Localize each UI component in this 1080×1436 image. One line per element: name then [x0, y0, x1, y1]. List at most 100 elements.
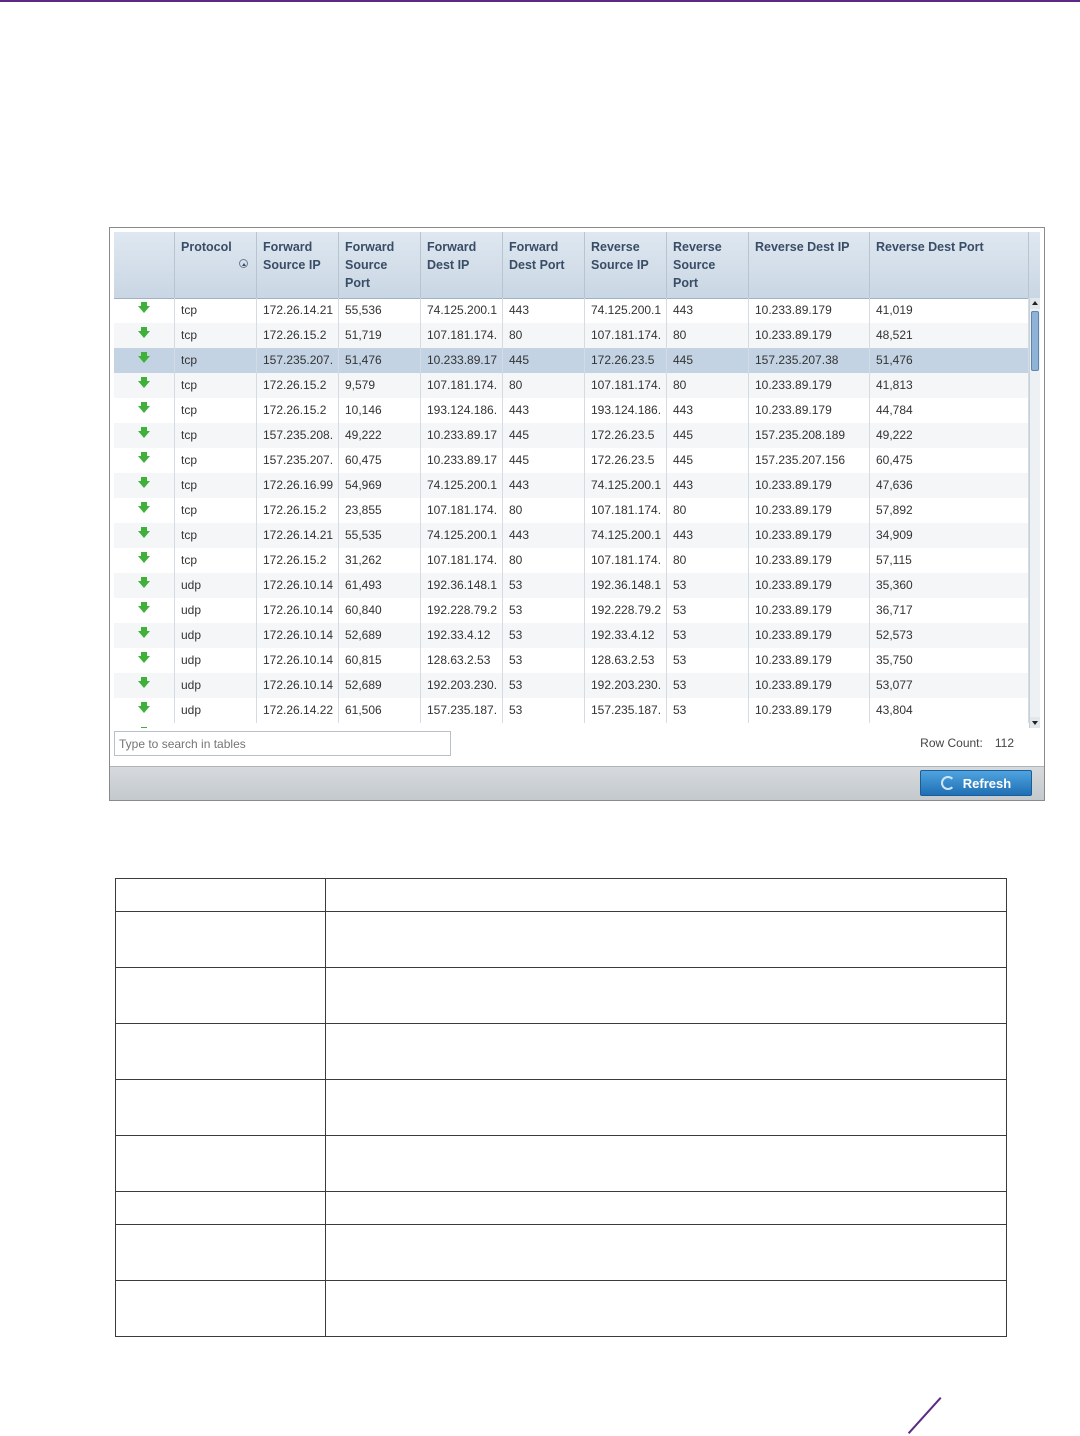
table-row[interactable]: udp 172.26.10.14 60,815 128.63.2.53 53 128.63… — [114, 648, 1029, 673]
table-cell: udp — [175, 698, 257, 723]
table-row[interactable]: udp 172.26.10.14 52,689 192.33.4.12 53 192.33… — [114, 623, 1029, 648]
table-row[interactable]: udp 172.26.14.22 61,506 157.235.187. 53 157.2… — [114, 698, 1029, 723]
table-cell: 192.33.4.12 — [421, 623, 503, 648]
table-row[interactable]: udp 172.26.10.14 52,689 192.203.230. 53 192.2… — [114, 673, 1029, 698]
table-cell: 47,636 — [870, 473, 1029, 498]
table-cell: 53,077 — [870, 673, 1029, 698]
table-cell: 445 — [503, 448, 585, 473]
down-arrow-icon — [138, 477, 150, 488]
table-row[interactable]: tcp 157.235.207. 60,475 10.233.89.17 445 172.… — [114, 448, 1029, 473]
table-cell: 34,909 — [870, 523, 1029, 548]
table-cell: 172.26.23.5 — [585, 448, 667, 473]
down-arrow-icon — [138, 502, 150, 513]
table-cell: 443 — [503, 523, 585, 548]
table-row[interactable]: tcp 172.26.15.2 31,262 107.181.174. 80 107.18… — [114, 548, 1029, 573]
row-count-label: Row Count: — [920, 736, 983, 750]
table-cell: 157.235.207. — [257, 348, 339, 373]
table-cell: 192.228.79.2 — [421, 598, 503, 623]
refresh-icon — [940, 775, 955, 790]
table-cell: tcp — [175, 298, 257, 323]
scrollbar-thumb[interactable] — [1031, 311, 1039, 371]
table-cell: 10.233.89.179 — [749, 523, 870, 548]
direction-cell — [114, 623, 175, 648]
table-cell: 443 — [667, 473, 749, 498]
column-header[interactable]: Reverse Source Port — [667, 232, 749, 298]
table-cell: 172.26.15.2 — [257, 398, 339, 423]
table-search-input[interactable] — [114, 731, 451, 756]
description-table-row — [115, 1135, 1007, 1192]
table-cell: udp — [175, 573, 257, 598]
table-cell: 107.181.174. — [421, 373, 503, 398]
column-header[interactable]: Reverse Dest Port — [870, 232, 1029, 298]
direction-cell — [114, 598, 175, 623]
vertical-scrollbar[interactable] — [1029, 298, 1040, 728]
table-row[interactable]: tcp 172.26.14.21 55,536 74.125.200.1 443 74.1… — [114, 298, 1029, 323]
table-row[interactable]: tcp 172.26.15.2 51,719 107.181.174. 80 107.18… — [114, 323, 1029, 348]
table-row[interactable]: tcp 172.26.16.99 54,969 74.125.200.1 443 74.1… — [114, 473, 1029, 498]
table-cell: 172.26.16.99 — [257, 473, 339, 498]
table-row-partial[interactable] — [114, 723, 1029, 728]
scroll-up-icon[interactable] — [1030, 298, 1040, 309]
column-header-direction[interactable] — [114, 232, 175, 298]
table-cell: 172.26.14.21 — [257, 298, 339, 323]
table-row[interactable]: tcp 172.26.15.2 23,855 107.181.174. 80 107.18… — [114, 498, 1029, 523]
table-cell: 443 — [667, 398, 749, 423]
table-cell: 35,360 — [870, 573, 1029, 598]
table-cell: 10.233.89.179 — [749, 648, 870, 673]
table-cell: 172.26.23.5 — [585, 423, 667, 448]
table-row[interactable]: tcp 172.26.15.2 10,146 193.124.186. 443 193.1… — [114, 398, 1029, 423]
table-cell: tcp — [175, 348, 257, 373]
column-header[interactable]: Reverse Source IP — [585, 232, 667, 298]
table-row[interactable]: udp 172.26.10.14 61,493 192.36.148.1 53 192.3… — [114, 573, 1029, 598]
table-cell: 128.63.2.53 — [421, 648, 503, 673]
description-table-row — [115, 1079, 1007, 1136]
table-cell: 10.233.89.179 — [749, 573, 870, 598]
table-cell: 52,573 — [870, 623, 1029, 648]
table-cell: 54,969 — [339, 473, 421, 498]
table-cell: 57,892 — [870, 498, 1029, 523]
description-table-row — [115, 1023, 1007, 1080]
direction-cell — [114, 348, 175, 373]
table-cell: 53 — [667, 573, 749, 598]
column-header[interactable]: Forward Source IP — [257, 232, 339, 298]
column-header[interactable]: Protocol — [175, 232, 257, 298]
down-arrow-icon — [138, 627, 150, 638]
table-cell: tcp — [175, 373, 257, 398]
table-row[interactable]: tcp 157.235.208. 49,222 10.233.89.17 445 172.… — [114, 423, 1029, 448]
table-cell: 49,222 — [870, 423, 1029, 448]
column-header[interactable]: Forward Dest IP — [421, 232, 503, 298]
table-cell: 445 — [667, 348, 749, 373]
column-header[interactable]: Forward Dest Port — [503, 232, 585, 298]
direction-cell — [114, 373, 175, 398]
scroll-down-icon[interactable] — [1030, 717, 1040, 728]
table-cell: 192.203.230. — [585, 673, 667, 698]
table-cell: 60,815 — [339, 648, 421, 673]
grid-body: tcp 172.26.14.21 55,536 74.125.200.1 443 74.1… — [114, 298, 1029, 728]
down-arrow-icon — [138, 452, 150, 463]
description-table-row — [115, 1224, 1007, 1281]
table-cell: 107.181.174. — [585, 373, 667, 398]
table-cell: 10.233.89.179 — [749, 398, 870, 423]
table-cell: 10.233.89.179 — [749, 473, 870, 498]
sort-indicator-icon[interactable] — [239, 259, 248, 268]
table-cell: 157.235.208. — [257, 423, 339, 448]
table-cell: 51,476 — [870, 348, 1029, 373]
column-header[interactable]: Reverse Dest IP — [749, 232, 870, 298]
table-cell: tcp — [175, 448, 257, 473]
table-row[interactable]: tcp 157.235.207. 51,476 10.233.89.17 445 172.… — [114, 348, 1029, 373]
table-cell: 157.235.207. — [257, 448, 339, 473]
down-arrow-icon — [138, 702, 150, 713]
table-cell: 443 — [503, 473, 585, 498]
table-cell: 107.181.174. — [585, 323, 667, 348]
column-header[interactable]: Forward Source Port — [339, 232, 421, 298]
table-cell: 10,146 — [339, 398, 421, 423]
table-row[interactable]: tcp 172.26.15.2 9,579 107.181.174. 80 107.181… — [114, 373, 1029, 398]
flows-grid: Protocol Forward Source IP Forward Source … — [114, 232, 1040, 728]
table-row[interactable]: udp 172.26.10.14 60,840 192.228.79.2 53 192.2… — [114, 598, 1029, 623]
table-row[interactable]: tcp 172.26.14.21 55,535 74.125.200.1 443 74.1… — [114, 523, 1029, 548]
row-count-value: 112 — [994, 736, 1014, 750]
table-cell: 107.181.174. — [421, 548, 503, 573]
table-cell: 41,019 — [870, 298, 1029, 323]
description-table-row — [115, 1191, 1007, 1225]
refresh-button[interactable]: Refresh — [920, 770, 1032, 796]
